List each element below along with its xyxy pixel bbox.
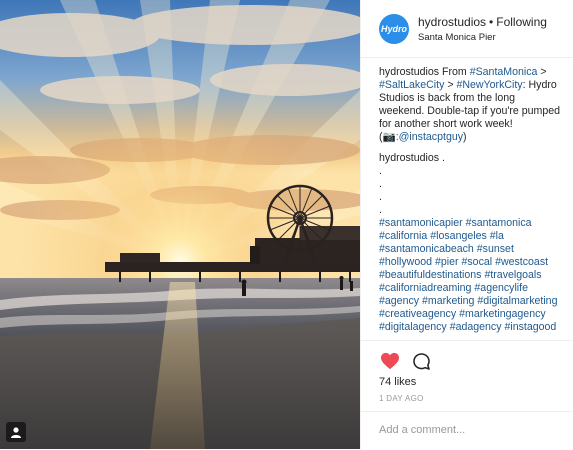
caption: hydrostudios From #SantaMonica > #SaltLa… bbox=[379, 66, 563, 144]
caption-colon: : bbox=[522, 79, 526, 91]
avatar[interactable]: Hydro bbox=[379, 13, 409, 44]
hashtag-link[interactable]: #santamonicabeach bbox=[379, 243, 474, 255]
caption-close-paren: ) bbox=[463, 131, 467, 143]
hashtag-link[interactable]: #losangeles bbox=[430, 230, 487, 242]
caption-from: From bbox=[442, 66, 467, 78]
post-sidebar: Hydro hydrostudios • Following Santa Monic… bbox=[360, 0, 573, 449]
hashtag-link[interactable]: #creativeagency bbox=[379, 308, 456, 320]
hashtag-link[interactable]: #instagood bbox=[504, 321, 556, 333]
add-comment-input[interactable] bbox=[379, 421, 559, 439]
comment-dot: . bbox=[379, 204, 382, 216]
likes-count[interactable]: 74 likes bbox=[379, 376, 416, 388]
caption-username[interactable]: hydrostudios bbox=[379, 66, 439, 78]
hashtag-link[interactable]: #santamonicapier bbox=[379, 217, 463, 229]
hashtag-comment: hydrostudios . . . . . #santamonicapier … bbox=[379, 152, 563, 334]
hashtag-link[interactable]: #marketingagency bbox=[459, 308, 546, 320]
hashtag-link[interactable]: #adagency bbox=[450, 321, 502, 333]
hashtag-link[interactable]: #marketing bbox=[422, 295, 474, 307]
hashtag-link[interactable]: #agencylife bbox=[474, 282, 528, 294]
comment-dot: . bbox=[379, 165, 382, 177]
post-actions: 74 likes 1 DAY AGO bbox=[361, 340, 573, 449]
post-timestamp[interactable]: 1 DAY AGO bbox=[379, 394, 424, 403]
hashtag-link[interactable]: #hollywood bbox=[379, 256, 432, 268]
comment-form bbox=[361, 411, 573, 450]
camera-icon: 📷 bbox=[382, 131, 396, 143]
instagram-post: Hydro hydrostudios • Following Santa Monic… bbox=[0, 0, 573, 449]
caption-credit[interactable]: :@instacptguy bbox=[396, 131, 463, 143]
hashtag-link[interactable]: #westcoast bbox=[495, 256, 548, 268]
hashtag-link[interactable]: #agency bbox=[379, 295, 419, 307]
comment-username[interactable]: hydrostudios bbox=[379, 152, 439, 164]
caption-arrow: > bbox=[447, 79, 454, 91]
hashtag-link[interactable]: #travelgoals bbox=[484, 269, 541, 281]
hashtag-link[interactable]: #californiadreaming bbox=[379, 282, 471, 294]
hashtag-link[interactable]: #sunset bbox=[477, 243, 514, 255]
following-button[interactable]: Following bbox=[496, 15, 547, 29]
hashtag-link[interactable]: #beautifuldestinations bbox=[379, 269, 481, 281]
header-text: hydrostudios • Following Santa Monica Pier bbox=[418, 15, 547, 43]
hashtag-link[interactable]: #santamonica bbox=[466, 217, 532, 229]
heart-icon[interactable] bbox=[379, 350, 401, 372]
comment-dot: . bbox=[379, 191, 382, 203]
caption-arrow: > bbox=[540, 66, 547, 78]
caption-hashtag[interactable]: #SantaMonica bbox=[470, 66, 538, 78]
hashtag-link[interactable]: #california bbox=[379, 230, 427, 242]
post-header: Hydro hydrostudios • Following Santa Monic… bbox=[361, 0, 573, 58]
hashtag-list: #santamonicapier #santamonica #californi… bbox=[379, 217, 563, 334]
comments-area[interactable]: hydrostudios From #SantaMonica > #SaltLa… bbox=[361, 58, 573, 340]
hashtag-link[interactable]: #socal bbox=[461, 256, 492, 268]
speech-bubble-icon[interactable] bbox=[410, 350, 432, 372]
hashtag-link[interactable]: #digitalagency bbox=[379, 321, 447, 333]
hashtag-link[interactable]: #la bbox=[490, 230, 504, 242]
location-link[interactable]: Santa Monica Pier bbox=[418, 32, 547, 43]
comment-dot: . bbox=[379, 178, 382, 190]
user-tag-icon[interactable] bbox=[6, 422, 26, 442]
comment-trail: . bbox=[442, 152, 445, 164]
header-separator: • bbox=[489, 14, 494, 29]
action-icons bbox=[379, 350, 432, 372]
sunset-pier-image bbox=[0, 0, 360, 449]
hashtag-link[interactable]: #pier bbox=[435, 256, 459, 268]
header-username[interactable]: hydrostudios bbox=[418, 15, 486, 29]
post-photo[interactable] bbox=[0, 0, 360, 449]
caption-hashtag[interactable]: #NewYorkCity bbox=[456, 79, 522, 91]
hashtag-link[interactable]: #digitalmarketing bbox=[477, 295, 557, 307]
caption-hashtag[interactable]: #SaltLakeCity bbox=[379, 79, 444, 91]
